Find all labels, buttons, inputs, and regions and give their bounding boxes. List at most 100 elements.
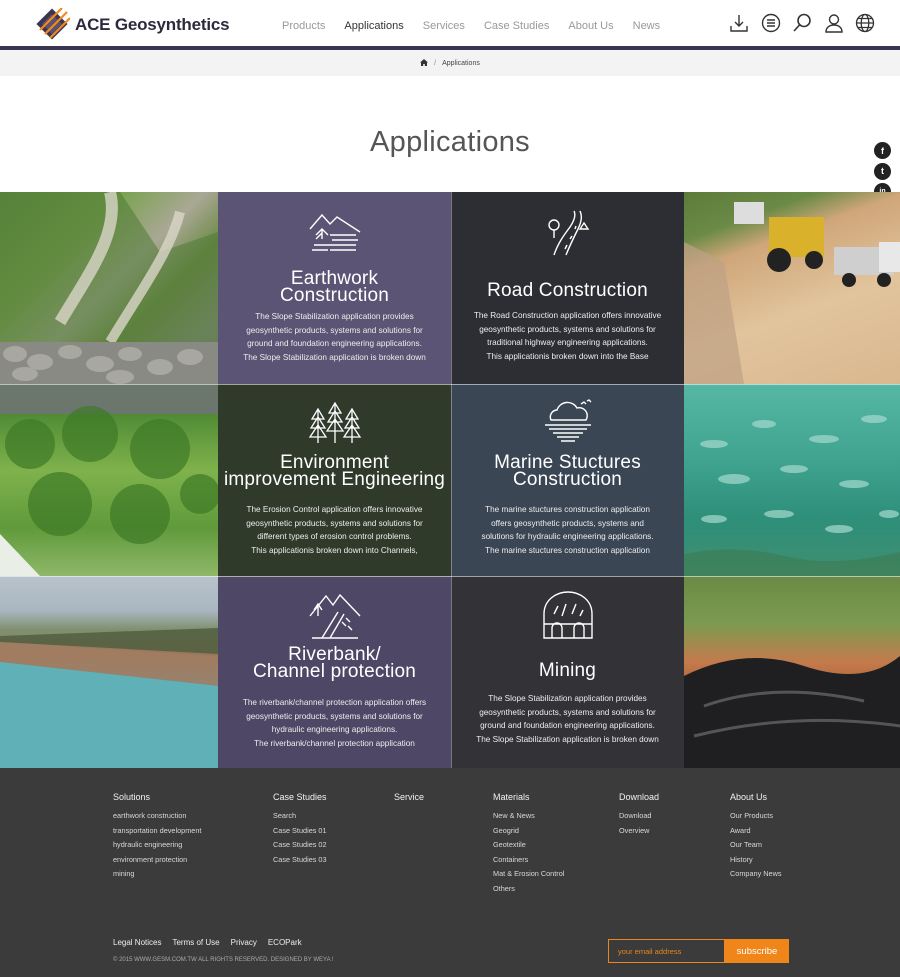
user-icon[interactable] — [823, 12, 845, 34]
footer-col-title: Download — [619, 792, 660, 802]
footer-col-title: Case Studies — [273, 792, 327, 802]
card-title: Riverbank/Channel protection — [252, 644, 417, 682]
page-title: Applications — [370, 126, 530, 158]
marine-photo — [684, 384, 900, 576]
road-icon — [544, 209, 592, 262]
mining-icon — [540, 590, 596, 645]
footer-link[interactable]: earthwork construction — [113, 809, 201, 824]
grid-divider — [0, 383, 900, 385]
nav-products[interactable]: Products — [282, 20, 325, 32]
card-title: Environment improvement Engineering — [223, 452, 446, 490]
footer-link[interactable]: Our Products — [730, 809, 782, 824]
legal-links: Legal Notices Terms of Use Privacy ECOPa… — [113, 938, 313, 947]
legal-notices-link[interactable]: Legal Notices — [113, 938, 161, 947]
footer-col-title: Materials — [493, 792, 530, 802]
terms-of-use-link[interactable]: Terms of Use — [172, 938, 219, 947]
nav-applications[interactable]: Applications — [344, 20, 403, 32]
footer-col-materials: Materials New & News Geogrid Geotextile … — [493, 792, 564, 897]
footer-col-case-studies: Case Studies Search Case Studies 01 Case… — [273, 792, 327, 867]
footer-link[interactable]: Our Team — [730, 838, 782, 853]
footer-link[interactable]: Case Studies 03 — [273, 853, 327, 868]
footer-link[interactable]: mining — [113, 867, 201, 882]
breadcrumb-current: Applications — [442, 59, 480, 67]
application-card-mining[interactable]: Mining The Slope Stabilization applicati… — [451, 576, 684, 768]
globe-icon[interactable] — [854, 12, 876, 34]
card-description: The marine stuctures construction applic… — [481, 505, 654, 555]
email-input[interactable] — [608, 939, 725, 963]
breadcrumb: / Applications — [0, 50, 900, 76]
applications-grid: Earthwork Construction The Slope Stabiliz… — [0, 192, 900, 768]
logo[interactable]: ACE Geosynthetics — [36, 7, 230, 42]
subscribe-button[interactable]: subscribe — [725, 939, 789, 963]
riverbank-icon — [308, 590, 362, 645]
nav-news[interactable]: News — [633, 20, 661, 32]
card-title: Earthwork Construction — [279, 268, 390, 306]
privacy-link[interactable]: Privacy — [231, 938, 257, 947]
site-header: ACE Geosynthetics Products Applications … — [0, 0, 900, 46]
card-title: Road Construction — [487, 280, 648, 301]
footer-link[interactable]: New & News — [493, 809, 564, 824]
footer-link[interactable]: History — [730, 853, 782, 868]
card-description: The riverbank/channel protection applica… — [242, 698, 427, 748]
footer-link[interactable]: Download — [619, 809, 659, 824]
nav-services[interactable]: Services — [423, 20, 465, 32]
card-description: The Road Construction application offers… — [473, 311, 662, 361]
footer-link[interactable]: Award — [730, 824, 782, 839]
environment-photo — [0, 384, 218, 576]
facebook-icon[interactable]: f — [874, 142, 891, 159]
footer-link[interactable]: transportation development — [113, 824, 201, 839]
footer-link[interactable]: Overview — [619, 824, 659, 839]
footer-link[interactable]: Case Studies 01 — [273, 824, 327, 839]
application-card-marine[interactable]: Marine Stuctures Construction The marine … — [451, 384, 684, 576]
logo-text: ACE Geosynthetics — [75, 15, 230, 34]
nav-about-us[interactable]: About Us — [568, 20, 613, 32]
logo-mark-icon — [36, 7, 71, 42]
twitter-icon[interactable]: t — [874, 162, 891, 180]
footer-col-title[interactable]: Service — [394, 792, 424, 802]
card-description: The Slope Stabilization application prov… — [243, 312, 426, 362]
breadcrumb-separator: / — [434, 59, 437, 67]
footer-link[interactable]: Mat & Erosion Control — [493, 867, 564, 882]
marine-icon — [541, 398, 595, 451]
card-title: Marine Stuctures Construction — [494, 452, 641, 490]
footer-link[interactable]: environment protection — [113, 853, 201, 868]
search-icon[interactable] — [791, 12, 813, 34]
footer-col-about-us: About Us Our Products Award Our Team His… — [730, 792, 782, 882]
application-card-environment[interactable]: Environment improvement Engineering The E… — [218, 384, 451, 576]
menu-list-icon[interactable] — [760, 12, 782, 34]
riverbank-photo — [0, 576, 218, 768]
earthwork-icon — [308, 209, 362, 262]
footer-link[interactable]: Others — [493, 882, 564, 897]
grid-divider — [451, 192, 452, 768]
footer-link[interactable]: Geogrid — [493, 824, 564, 839]
mining-photo — [684, 576, 900, 768]
road-photo — [684, 192, 900, 384]
footer-col-solutions: Solutions earthwork construction transpo… — [113, 792, 201, 882]
forest-icon — [308, 399, 362, 450]
card-description: The Slope Stabilization application prov… — [476, 694, 659, 744]
nav-case-studies[interactable]: Case Studies — [484, 20, 549, 32]
ecopark-link[interactable]: ECOPark — [268, 938, 302, 947]
footer-link[interactable]: Containers — [493, 853, 564, 868]
card-title: Mining — [538, 660, 597, 681]
footer-link[interactable]: Company News — [730, 867, 782, 882]
footer-link[interactable]: Search — [273, 809, 327, 824]
application-card-road[interactable]: Road Construction The Road Construction … — [451, 192, 684, 384]
main-nav: Products Applications Services Case Stud… — [282, 20, 679, 32]
application-card-riverbank[interactable]: Riverbank/Channel protection The riverba… — [218, 576, 451, 768]
footer-link[interactable]: Case Studies 02 — [273, 838, 327, 853]
footer-col-download: Download Download Overview — [619, 792, 659, 838]
footer-col-service: Service — [394, 792, 424, 809]
card-description: The Erosion Control application offers i… — [246, 505, 423, 555]
home-icon[interactable] — [420, 58, 429, 68]
footer-col-title: About Us — [730, 792, 768, 802]
application-card-earthwork[interactable]: Earthwork Construction The Slope Stabiliz… — [218, 192, 451, 384]
subscribe-form: subscribe — [608, 939, 789, 963]
footer-link[interactable]: Geotextile — [493, 838, 564, 853]
footer-link[interactable]: hydraulic engineering — [113, 838, 201, 853]
download-icon[interactable] — [728, 12, 750, 34]
site-footer: Solutions earthwork construction transpo… — [0, 768, 900, 977]
copyright: © 2015 WWW.GESM.COM.TW ALL RIGHTS RESERV… — [113, 957, 334, 963]
header-tools — [719, 12, 877, 34]
earthwork-photo — [0, 192, 218, 384]
